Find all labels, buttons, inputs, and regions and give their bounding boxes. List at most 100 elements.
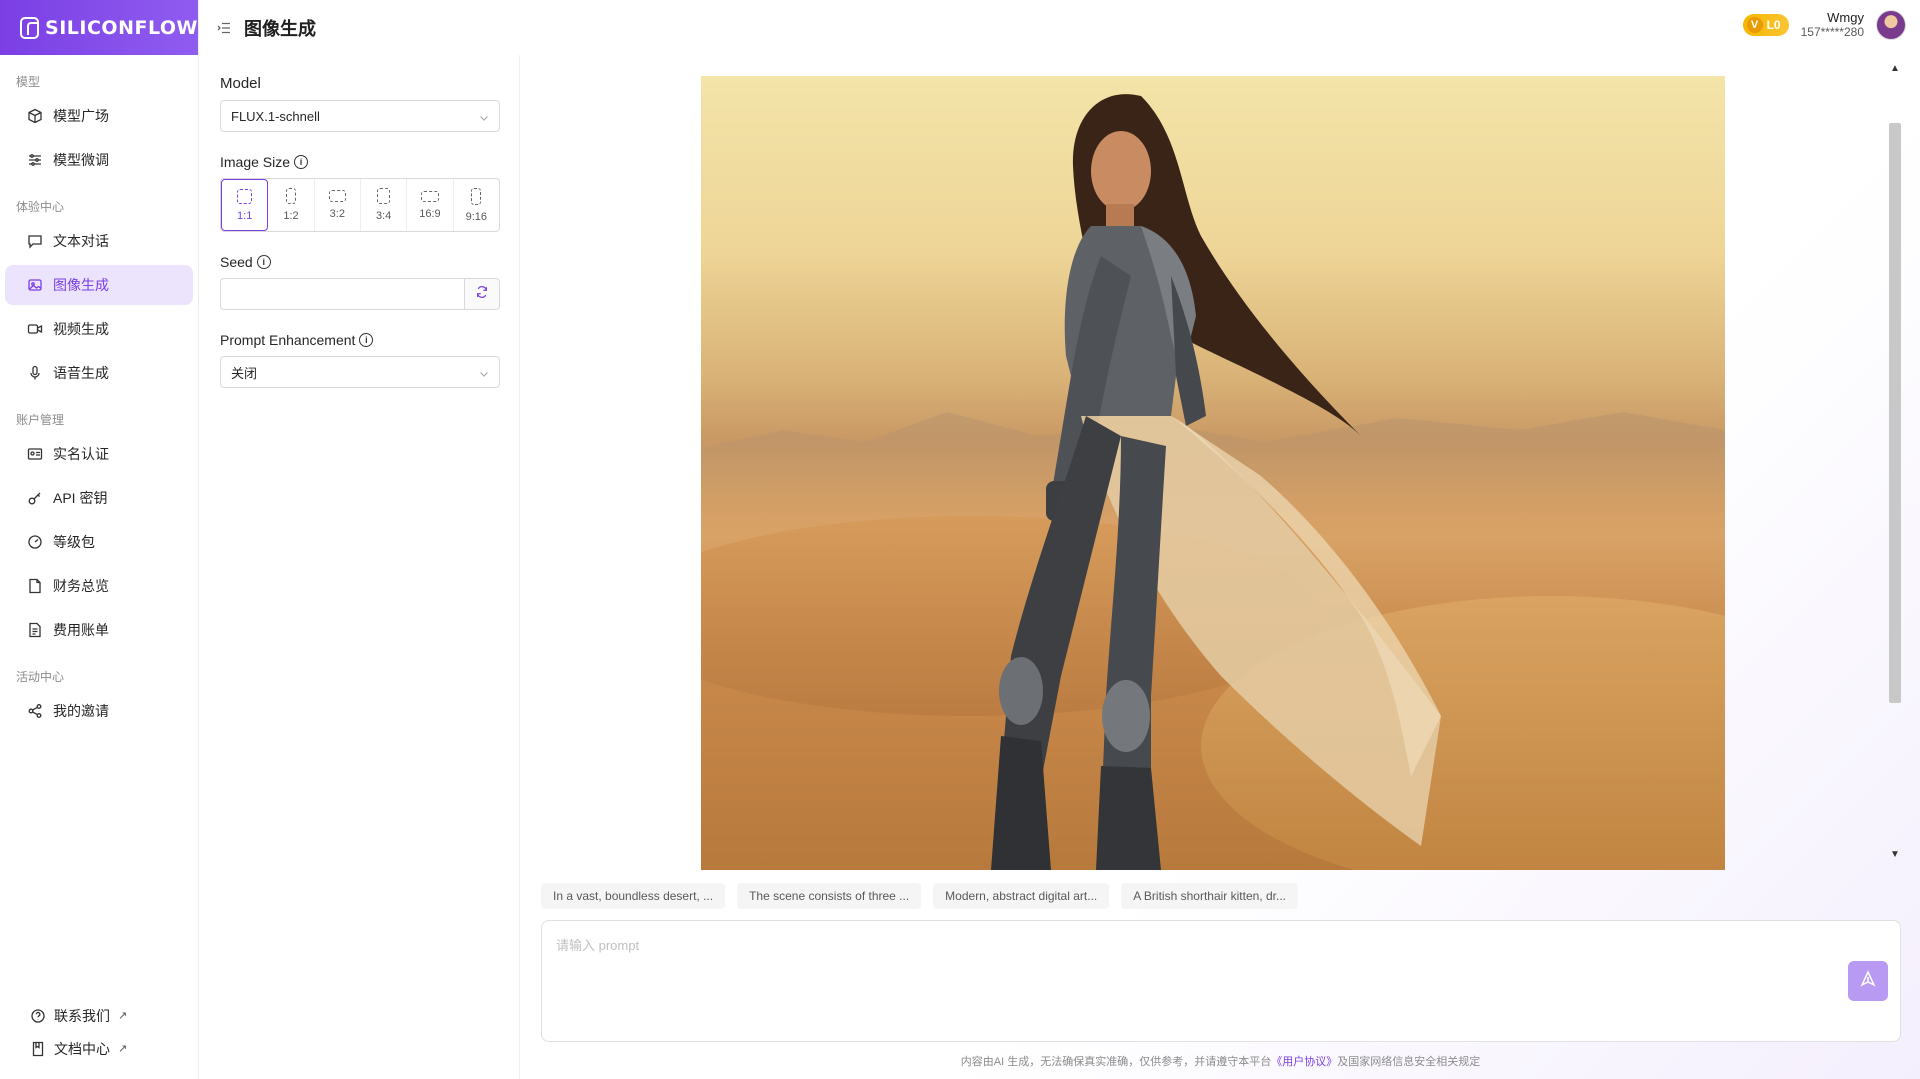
scroll-up-icon[interactable]: ▲: [1888, 63, 1902, 77]
brand-name: SILICONFLOW: [45, 16, 198, 39]
sidebar-item-real-name[interactable]: 实名认证: [5, 434, 193, 474]
info-icon[interactable]: i: [256, 255, 271, 269]
generate-button[interactable]: [1848, 961, 1888, 1001]
size-option-9-16[interactable]: 9:16: [454, 179, 499, 231]
sidebar-item-label: 文本对话: [53, 233, 109, 249]
prompt-input[interactable]: [542, 921, 1900, 1041]
docs-center-link[interactable]: 文档中心 ↗: [0, 1032, 198, 1065]
document-icon: [27, 578, 43, 594]
mic-icon: [27, 365, 43, 381]
nav-section-playground: 体验中心 文本对话 图像生成 视频生成 语音生成: [0, 198, 198, 393]
generation-settings-panel: Model FLUX.1-schnell Image Size i 1:1 1:…: [200, 55, 520, 1079]
prompt-suggestion-chip[interactable]: A British shorthair kitten, dr...: [1121, 883, 1298, 909]
sidebar-item-image-generation[interactable]: 图像生成: [5, 265, 193, 305]
level-badge[interactable]: V L0: [1742, 14, 1789, 36]
disclaimer-suffix: 及国家网络信息安全相关规定: [1337, 1056, 1481, 1068]
prompt-suggestion-chip[interactable]: Modern, abstract digital art...: [933, 883, 1110, 909]
logo-icon: [20, 16, 40, 39]
sidebar-item-text-chat[interactable]: 文本对话: [5, 221, 193, 261]
image-size-selector: 1:1 1:2 3:2 3:4 16:9 9:16: [220, 178, 500, 232]
sidebar: SILICONFLOW 模型 模型广场 模型微调 体验中心 文本对话 图像生成 …: [0, 0, 199, 1079]
prompt-suggestion-chip[interactable]: In a vast, boundless desert, ...: [541, 883, 726, 909]
size-option-3-4[interactable]: 3:4: [361, 179, 408, 231]
refresh-icon: [475, 285, 489, 304]
video-icon: [27, 321, 43, 337]
user-phone: 157*****280: [1800, 25, 1864, 39]
size-option-label: 1:2: [283, 210, 299, 222]
prompt-suggestion-chip[interactable]: The scene consists of three ...: [737, 883, 922, 909]
contact-us-link[interactable]: 联系我们 ↗: [0, 999, 198, 1032]
sidebar-item-api-keys[interactable]: API 密钥: [5, 478, 193, 518]
aspect-tall-icon: [471, 187, 482, 205]
aspect-landscape-icon: [328, 190, 346, 202]
info-icon[interactable]: i: [294, 155, 309, 169]
nav-section-models: 模型 模型广场 模型微调: [0, 73, 198, 180]
sidebar-item-label: 等级包: [53, 534, 95, 550]
sidebar-item-speech-generation[interactable]: 语音生成: [5, 353, 193, 393]
size-option-label: 16:9: [419, 207, 441, 220]
size-option-3-2[interactable]: 3:2: [315, 179, 361, 231]
send-icon: [1859, 969, 1877, 993]
sidebar-item-label: 我的邀请: [53, 703, 109, 719]
disclaimer-text: 内容由AI 生成，无法确保真实准确，仅供参考，并请遵守本平台: [960, 1056, 1272, 1068]
sidebar-item-video-generation[interactable]: 视频生成: [5, 309, 193, 349]
top-header: 图像生成 V L0 Wmgy 157*****280: [200, 0, 1920, 55]
docs-center-label: 文档中心: [54, 1040, 110, 1057]
nav-section-title: 活动中心: [16, 670, 65, 684]
chevron-down-icon: [479, 367, 489, 377]
brand-logo[interactable]: SILICONFLOW: [0, 0, 198, 55]
sidebar-item-label: 图像生成: [53, 277, 109, 293]
scroll-down-icon[interactable]: ▼: [1888, 849, 1902, 863]
sidebar-item-finance-overview[interactable]: 财务总览: [5, 566, 193, 606]
size-option-1-1[interactable]: 1:1: [221, 179, 269, 231]
key-icon: [27, 490, 43, 506]
doc-icon: [30, 1041, 46, 1057]
image-icon: [27, 277, 43, 293]
id-card-icon: [27, 446, 43, 462]
scroll-thumb[interactable]: [1889, 123, 1901, 703]
warrior-figure-illustration: [991, 94, 1441, 870]
external-link-icon: ↗: [118, 1043, 128, 1055]
sidebar-footer: 联系我们 ↗ 文档中心 ↗: [0, 999, 198, 1065]
cube-icon: [27, 108, 43, 124]
seed-field-group: [220, 278, 500, 310]
contact-us-label: 联系我们: [54, 1007, 110, 1024]
user-agreement-link[interactable]: 《用户协议》: [1271, 1056, 1337, 1068]
size-option-1-2[interactable]: 1:2: [268, 179, 315, 231]
gauge-icon: [27, 534, 43, 550]
sidebar-item-my-invitations[interactable]: 我的邀请: [5, 691, 193, 731]
nav-section-title: 模型: [16, 75, 41, 89]
user-name: Wmgy: [1827, 10, 1864, 25]
aspect-portrait-icon: [377, 188, 391, 204]
nav-section-account: 账户管理 实名认证 API 密钥 等级包 财务总览 费用账单: [0, 411, 198, 650]
image-size-label: Image Size: [220, 154, 291, 170]
avatar[interactable]: [1876, 10, 1906, 40]
sidebar-item-level-pack[interactable]: 等级包: [5, 522, 193, 562]
sidebar-item-model-square[interactable]: 模型广场: [5, 96, 193, 136]
sidebar-item-label: 财务总览: [53, 578, 109, 594]
model-select[interactable]: FLUX.1-schnell: [220, 100, 500, 132]
sidebar-item-billing[interactable]: 费用账单: [5, 610, 193, 650]
prompt-enhancement-select[interactable]: 关闭: [220, 356, 500, 388]
aspect-wide-icon: [420, 190, 439, 202]
sidebar-item-label: 实名认证: [53, 446, 109, 462]
seed-input[interactable]: [220, 278, 464, 310]
image-scrollbar[interactable]: ▲ ▼: [1888, 63, 1902, 863]
user-area: V L0 Wmgy 157*****280: [1742, 10, 1906, 40]
model-select-value: FLUX.1-schnell: [231, 108, 320, 124]
model-label: Model: [220, 75, 261, 92]
collapse-sidebar-icon[interactable]: [216, 20, 232, 36]
random-seed-button[interactable]: [464, 278, 500, 310]
sidebar-item-fine-tune[interactable]: 模型微调: [5, 140, 193, 180]
generated-image[interactable]: [701, 76, 1725, 870]
nav-section-activity: 活动中心 我的邀请: [0, 668, 198, 731]
image-size-label-row: Image Size i: [220, 154, 499, 170]
vip-icon: V: [1746, 17, 1763, 33]
nav-section-title: 账户管理: [16, 413, 65, 427]
sidebar-item-label: API 密钥: [53, 490, 108, 506]
info-icon[interactable]: i: [359, 333, 374, 347]
chat-icon: [27, 233, 43, 249]
size-option-16-9[interactable]: 16:9: [407, 179, 454, 231]
prompt-enhancement-label-row: Prompt Enhancement i: [220, 332, 499, 348]
sidebar-item-label: 模型广场: [53, 108, 109, 124]
